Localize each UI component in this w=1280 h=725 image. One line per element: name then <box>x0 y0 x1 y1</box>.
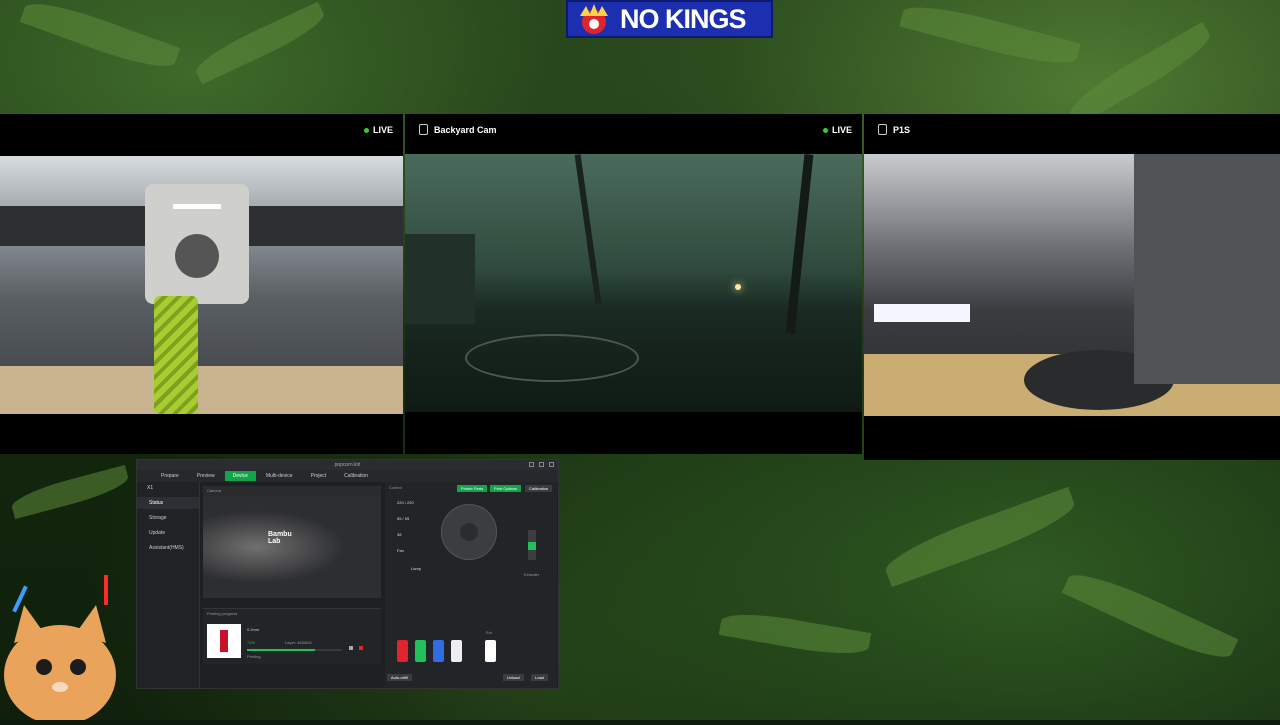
layer-text: Layer: 463/600 <box>285 640 312 645</box>
lamp-label[interactable]: Lamp <box>411 566 421 571</box>
load-button[interactable]: Load <box>531 674 548 681</box>
progress-bar <box>247 649 342 651</box>
camera-panel-printer: LIVE <box>0 114 403 454</box>
live-indicator: LIVE <box>822 125 852 135</box>
status-text: Printing <box>247 654 261 659</box>
print-options-button[interactable]: Print Options <box>490 485 522 492</box>
ams-slot-4[interactable] <box>451 640 462 662</box>
progress-percent: 72% <box>247 640 256 645</box>
camera-title: P1S <box>878 124 910 135</box>
camera-header: P1S <box>864 114 1280 154</box>
device-sidebar: X1 Status Storage Update Assistant(HMS) <box>137 482 200 688</box>
camera-header: Backyard Cam LIVE <box>405 114 862 154</box>
axis-control-joystick[interactable] <box>441 504 497 560</box>
camera-title: Backyard Cam <box>419 124 497 135</box>
camera-stream <box>203 496 381 598</box>
close-icon[interactable] <box>549 462 554 467</box>
minimize-icon[interactable] <box>529 462 534 467</box>
printer-selector[interactable]: X1 <box>137 482 199 494</box>
tab-project[interactable]: Project <box>303 471 335 481</box>
camera-feed <box>864 154 1280 416</box>
external-spool[interactable] <box>485 640 496 662</box>
pause-icon[interactable] <box>349 646 353 650</box>
bambu-lab-logo: Bambu Lab <box>268 531 292 545</box>
extruder-control[interactable] <box>528 530 536 560</box>
live-indicator: LIVE <box>363 125 393 135</box>
tab-device[interactable]: Device <box>224 471 256 481</box>
camera-panel-p1s: P1S <box>864 114 1280 460</box>
print-head <box>145 184 249 304</box>
control-panel: Control Printer Parts Print Options Cali… <box>385 482 557 688</box>
camera-header: LIVE <box>0 114 403 154</box>
printer-parts-button[interactable]: Printer Parts <box>457 485 488 492</box>
ams-slot-2[interactable] <box>415 640 426 662</box>
sidebar-item-status[interactable]: Status <box>137 497 199 509</box>
extruder-label: Extruder <box>524 572 540 577</box>
auto-refill-button[interactable]: Auto-refill <box>387 674 412 681</box>
camera-label: Camera <box>207 488 222 493</box>
no-kings-banner: NO KINGS <box>566 0 773 38</box>
tab-multi-device[interactable]: Multi-device <box>258 471 301 481</box>
job-name: 0.2mm <box>247 627 260 632</box>
camera-feed <box>0 156 403 414</box>
tab-prepare[interactable]: Prepare <box>153 471 187 481</box>
phone-cam-icon <box>878 124 887 135</box>
crown-icon <box>568 2 620 36</box>
stop-icon[interactable] <box>359 646 363 650</box>
model-thumbnail <box>207 624 241 658</box>
calibration-button[interactable]: Calibration <box>525 485 553 492</box>
tab-preview[interactable]: Preview <box>189 471 223 481</box>
main-tabs: Prepare Preview Device Multi-device Proj… <box>137 470 558 482</box>
ams-slot-3[interactable] <box>433 640 444 662</box>
sidebar-item-storage[interactable]: Storage <box>137 512 199 524</box>
window-title: popcorn.kiri <box>334 462 361 468</box>
camera-panel-backyard: Backyard Cam LIVE <box>405 114 862 454</box>
bambu-studio-window: popcorn.kiri Prepare Preview Device Mult… <box>136 459 559 689</box>
sidebar-item-assistant[interactable]: Assistant(HMS) <box>137 542 199 554</box>
fan-label[interactable]: Fan <box>397 548 404 553</box>
ext-label: Ext <box>486 630 492 635</box>
window-titlebar: popcorn.kiri <box>137 460 558 470</box>
unload-button[interactable]: Unload <box>503 674 524 681</box>
kitten-overlay <box>0 575 130 725</box>
nozzle-temp[interactable]: 220 / 220 <box>397 500 414 505</box>
progress-label: Printing progress <box>207 611 238 616</box>
printing-progress-panel: Printing progress 0.2mm 72% Layer: 463/6… <box>203 608 381 664</box>
sidebar-item-update[interactable]: Update <box>137 527 199 539</box>
banner-text: NO KINGS <box>620 3 747 34</box>
camera-feed <box>405 154 862 412</box>
maximize-icon[interactable] <box>539 462 544 467</box>
phone-cam-icon <box>419 124 428 135</box>
bed-temp[interactable]: 55 / 55 <box>397 516 409 521</box>
device-camera-view: Camera Bambu Lab <box>203 486 381 598</box>
ams-slot-1[interactable] <box>397 640 408 662</box>
chamber-temp: 38 <box>397 532 402 537</box>
tab-calibration[interactable]: Calibration <box>336 471 376 481</box>
printed-object <box>154 296 198 414</box>
